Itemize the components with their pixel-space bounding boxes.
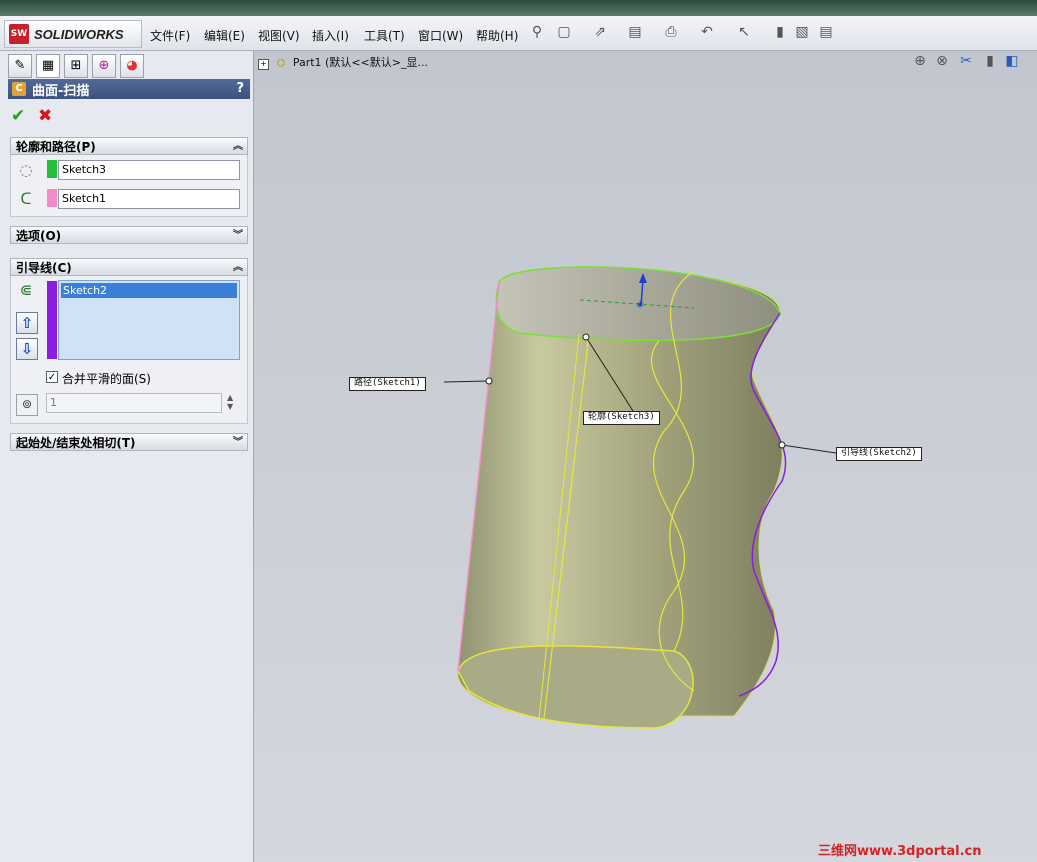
menu-help[interactable]: 帮助(H) [476,27,518,44]
menu-window[interactable]: 窗口(W) [418,27,463,44]
surface-sweep-icon: C [12,82,26,96]
window-titlebar [0,0,1037,16]
guide-curve-item[interactable]: Sketch2 [61,283,237,298]
feature-title-bar: C 曲面-扫描 ? [8,79,250,99]
collapse-chevron-icon[interactable]: ︽ [233,259,243,277]
callout-profile-sketch3[interactable]: 轮廓(Sketch3) [583,411,660,425]
profile-selection-field[interactable]: Sketch3 [58,160,240,180]
dimxpert-tab-icon[interactable]: ⊕ [92,54,116,78]
callout-path-sketch1[interactable]: 路径(Sketch1) [349,377,426,391]
feature-title: 曲面-扫描 [32,83,90,99]
group-tangency-title: 起始处/结束处相切(T) [16,436,136,450]
options-icon[interactable]: ▤ [818,24,834,40]
group-options-header[interactable]: 选项(O) ︾ [10,226,248,244]
move-up-button[interactable]: ⇧ [16,312,38,334]
file-properties-icon[interactable]: ▧ [794,24,810,40]
group-profile-path-header[interactable]: 轮廓和路径(P) ︽ [10,137,248,155]
path-callout-leader [443,380,490,383]
group-guides-title: 引导线(C) [16,261,72,275]
path-color-swatch [47,189,57,207]
solidworks-logo-icon: SW [9,24,29,44]
guide-color-swatch [47,281,57,359]
site-watermark: 三维网www.3dportal.cn [818,844,982,859]
display-manager-tab-icon[interactable]: ◕ [120,54,144,78]
solidworks-logo[interactable]: SW SOLIDWORKS [4,20,142,48]
collapse-chevron-icon[interactable]: ︽ [233,138,243,156]
select-icon[interactable]: ↖ [736,24,752,40]
feature-manager-tab-icon[interactable]: ✎ [8,54,32,78]
pin-icon[interactable]: ⚲ [529,24,545,40]
guide-curves-list[interactable]: Sketch2 [58,280,240,360]
open-icon[interactable]: ⇗ [592,24,608,40]
show-sections-icon[interactable]: ⊚ [16,394,38,416]
path-callout-anchor [485,377,493,385]
new-document-icon[interactable]: ▢ [556,24,572,40]
menu-bar: SW SOLIDWORKS 文件(F) 编辑(E) 视图(V) 插入(I) 工具… [0,16,1037,51]
menu-edit[interactable]: 编辑(E) [204,27,245,44]
rebuild-icon[interactable]: ▮ [772,24,788,40]
move-down-button[interactable]: ⇩ [16,338,38,360]
profile-callout-anchor [582,333,590,341]
path-selection-field[interactable]: Sketch1 [58,189,240,209]
path-icon: ᑕ [20,190,32,208]
save-icon[interactable]: ▤ [627,24,643,40]
ok-check-icon[interactable]: ✔ [11,106,25,126]
group-guides-header[interactable]: 引导线(C) ︽ [10,258,248,276]
expand-chevron-icon[interactable]: ︾ [233,434,243,452]
configuration-manager-tab-icon[interactable]: ⊞ [64,54,88,78]
undo-icon[interactable]: ↶ [699,24,715,40]
expand-chevron-icon[interactable]: ︾ [233,227,243,245]
section-number-input[interactable]: 1 [46,393,222,413]
section-number-stepper[interactable]: ▲ ▼ [227,393,233,411]
print-icon[interactable]: ⎙ [663,24,679,40]
menu-view[interactable]: 视图(V) [258,27,300,44]
help-icon[interactable]: ? [236,81,244,96]
callout-guide-sketch2[interactable]: 引导线(Sketch2) [836,447,922,461]
cancel-x-icon[interactable]: ✖ [38,106,52,126]
guide-callout-leader [781,444,837,454]
profile-icon: ◌ [19,161,33,179]
guide-curve-icon: ⋐ [19,281,33,299]
menu-file[interactable]: 文件(F) [150,27,190,44]
bottom-profile-ellipse [457,645,694,729]
merge-smooth-faces-label: 合并平滑的面(S) [62,372,151,386]
merge-smooth-faces-checkbox[interactable]: ✓ [46,371,58,383]
triad-origin-mark: ✶ [635,298,645,312]
menu-tools[interactable]: 工具(T) [364,27,405,44]
menu-insert[interactable]: 插入(I) [312,27,349,44]
solidworks-logo-text: SOLIDWORKS [34,26,124,42]
group-profile-path-title: 轮廓和路径(P) [16,140,96,154]
group-options-title: 选项(O) [16,229,62,243]
profile-color-swatch [47,160,57,178]
guide-callout-anchor [778,441,786,449]
property-manager-tab-icon[interactable]: ▦ [36,54,60,78]
group-tangency-header[interactable]: 起始处/结束处相切(T) ︾ [10,433,248,451]
